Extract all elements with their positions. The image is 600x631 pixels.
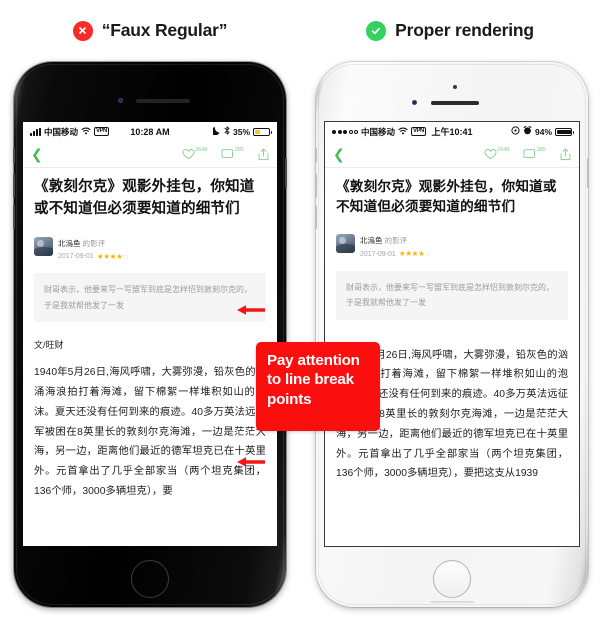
status-clock: 上午10:41 [431, 127, 473, 137]
article-title: 《敦刻尔克》观影外挂包，你知道或不知道但必须要知道的细节们 [336, 179, 557, 215]
front-camera-icon [412, 100, 417, 105]
volume-up-button[interactable] [315, 174, 317, 198]
bluetooth-icon [224, 126, 230, 137]
status-bar-right: 中国移动 VPN 上午10:41 94% [325, 122, 579, 141]
author-suffix: 的影评 [384, 235, 408, 245]
battery-percent-label: 94% [534, 126, 552, 137]
back-button[interactable]: ❮ [333, 147, 345, 161]
signal-strength-icon [332, 129, 358, 134]
front-camera-icon [118, 98, 123, 103]
phone-mockup-right: 中国移动 VPN 上午10:41 94% ❮ 2648 285 《敦刻尔克》观影… [315, 62, 589, 607]
home-button[interactable] [131, 560, 169, 598]
phone-screen-left: 中国移动 VPN 10:28 AM 35% ❮ 2648 285 《敦刻尔克》观… [23, 122, 277, 546]
vpn-badge: VPN [411, 127, 426, 136]
mute-switch[interactable] [315, 148, 317, 163]
comparison-figure: “Faux Regular” Proper rendering 中国移动 VPN… [0, 0, 600, 631]
callout-note: Pay attention to line break points [256, 342, 380, 431]
battery-icon [253, 127, 272, 136]
article-quote-block: 财哥表示，他要来写一写盟军到底是怎样怊到敦刻尔克的，于是我就帮他发了一发 [336, 270, 568, 320]
volume-down-button[interactable] [315, 205, 317, 229]
nav-bar-left: ❮ 2648 285 [23, 141, 277, 168]
comment-button[interactable]: 285 [221, 147, 244, 160]
article-title: 《敦刻尔克》观影外挂包，你知道或不知道但必须要知道的细节们 [34, 179, 255, 217]
writer-credit: 文/旺财 [34, 340, 64, 351]
signal-strength-icon [30, 127, 41, 136]
battery-percent-label: 35% [232, 126, 250, 137]
comment-button[interactable]: 285 [523, 147, 546, 160]
publish-date: 2017-09-01 [360, 250, 396, 258]
crescent-moon-icon [211, 126, 221, 137]
check-circle-icon [366, 20, 387, 41]
like-count: 2648 [195, 147, 208, 153]
wifi-icon [398, 127, 408, 137]
author-name: 北溩鱼 [58, 238, 81, 248]
volume-down-button[interactable] [13, 205, 15, 229]
article-quote-block: 财哥表示，他要来写一写盟军到底是怎样怊到敦刻尔克的，于是我就帮他发了一发 [34, 273, 266, 323]
avatar [34, 236, 53, 256]
share-button[interactable] [258, 148, 269, 161]
left-column-header: “Faux Regular” [0, 20, 300, 41]
article-left: 《敦刻尔克》观影外挂包，你知道或不知道但必须要知道的细节们 北溩鱼 的影评 20… [23, 168, 277, 502]
comment-count: 285 [234, 147, 244, 153]
nav-bar-right: ❮ 2648 285 [325, 141, 579, 168]
like-button[interactable]: 2648 [484, 147, 510, 160]
annotation-arrow-top [236, 303, 266, 322]
author-suffix: 的影评 [82, 238, 106, 248]
mute-switch[interactable] [13, 148, 15, 163]
volume-up-button[interactable] [13, 174, 15, 198]
right-column-label: Proper rendering [395, 20, 534, 40]
vpn-badge: VPN [94, 127, 109, 136]
earpiece-speaker [431, 101, 479, 105]
bottom-antenna-line [430, 601, 474, 603]
avatar [336, 234, 355, 254]
status-clock: 10:28 AM [130, 126, 170, 137]
byline[interactable]: 北溩鱼 的影评 2017-09-01 ★★★★☆ [34, 231, 266, 263]
status-bar-left: 中国移动 VPN 10:28 AM 35% [23, 122, 277, 141]
right-column-header: Proper rendering [300, 20, 600, 41]
battery-icon [555, 127, 574, 136]
rotation-lock-icon [511, 126, 520, 137]
byline[interactable]: 北溩鱼 的影评 2017-09-01 ★★★★☆ [336, 228, 568, 260]
rating-stars: ★★★★☆ [398, 249, 431, 259]
alarm-clock-icon [523, 125, 532, 137]
comment-count: 285 [536, 147, 546, 153]
annotation-arrow-bottom [236, 455, 266, 474]
home-button[interactable] [433, 560, 471, 598]
carrier-label: 中国移动 [44, 126, 79, 137]
proximity-sensor-icon [453, 85, 457, 89]
share-button[interactable] [560, 148, 571, 161]
phone-screen-right: 中国移动 VPN 上午10:41 94% ❮ 2648 285 《敦刻尔克》观影… [325, 122, 579, 546]
x-circle-icon [72, 20, 93, 41]
wifi-icon [81, 127, 91, 137]
publish-date: 2017-09-01 [58, 253, 94, 261]
left-column-label: “Faux Regular” [101, 20, 228, 40]
earpiece-speaker [136, 99, 190, 103]
like-button[interactable]: 2648 [182, 147, 208, 160]
author-name: 北溩鱼 [360, 235, 383, 245]
article-body: 1940年5月26日,海风呼啸，大雾弥漫，铅灰色的汹涌海浪拍打着海滩，留下棉絮一… [34, 367, 266, 497]
like-count: 2648 [497, 147, 510, 153]
rating-stars: ★★★★☆ [96, 252, 129, 262]
article-right: 《敦刻尔克》观影外挂包，你知道或不知道但必须要知道的细节们 北溩鱼 的影评 20… [325, 168, 579, 484]
carrier-label: 中国移动 [361, 126, 396, 137]
phone-mockup-left: 中国移动 VPN 10:28 AM 35% ❮ 2648 285 《敦刻尔克》观… [13, 62, 287, 607]
power-button[interactable] [285, 158, 287, 188]
power-button[interactable] [587, 158, 589, 188]
back-button[interactable]: ❮ [31, 147, 43, 161]
